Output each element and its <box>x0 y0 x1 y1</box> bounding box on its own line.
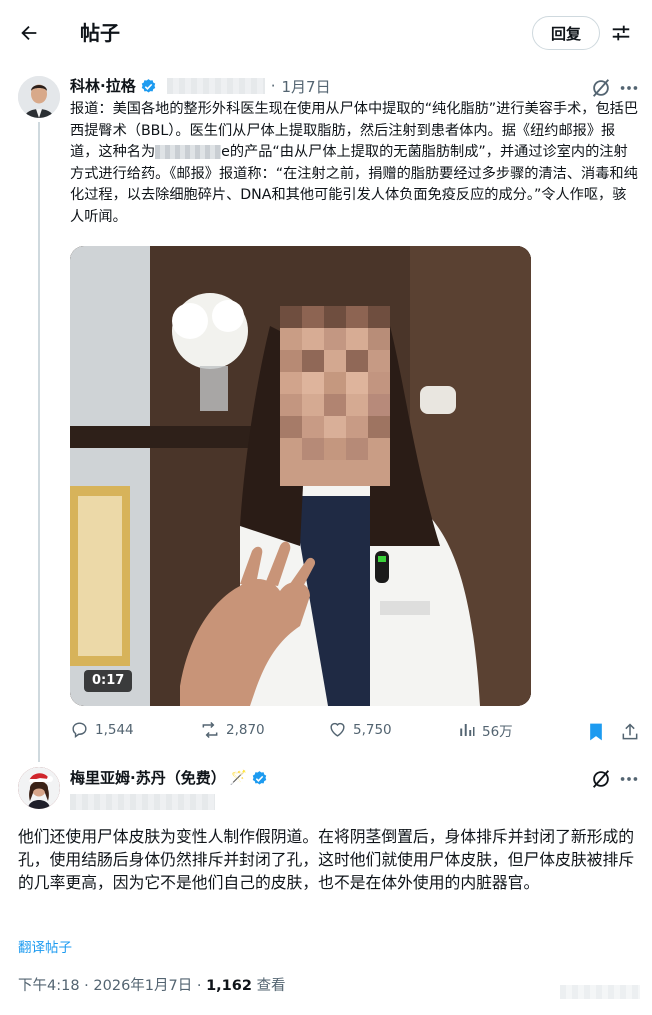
verified-icon <box>252 770 267 785</box>
reply-action[interactable]: 1,544 <box>70 720 134 739</box>
like-count: 5,750 <box>353 721 392 738</box>
wand-emoji: 🪄 <box>229 770 248 786</box>
reply-text: 他们还使用尸体皮肤为变性人制作假阴道。在将阴茎倒置后，身体排斥并封闭了新形成的孔… <box>18 827 635 892</box>
repost-action[interactable]: 2,870 <box>200 720 265 740</box>
post-date[interactable]: 1月7日 <box>281 76 330 97</box>
thread-line <box>38 122 40 762</box>
more-icon[interactable] <box>618 768 640 790</box>
views-total: 1,162 <box>206 978 252 994</box>
reply-avatar[interactable] <box>18 767 60 809</box>
avatar[interactable] <box>18 76 60 118</box>
top-bar: 帖子 回复 <box>0 0 652 66</box>
video-duration: 0:17 <box>84 670 133 692</box>
watermark <box>560 985 640 999</box>
like-icon <box>330 722 345 737</box>
translate-post-link[interactable]: 翻译帖子 <box>18 936 72 956</box>
like-action[interactable]: 5,750 <box>328 720 392 739</box>
share-icon[interactable] <box>620 721 640 743</box>
views-label: 查看 <box>256 978 286 994</box>
post-time[interactable]: 下午4:18 <box>18 978 80 994</box>
post-full-date[interactable]: 2026年1月7日 <box>93 978 192 994</box>
reply-button[interactable]: 回复 <box>532 16 600 50</box>
views-action[interactable]: 56万 <box>458 720 513 740</box>
separator-dot: · <box>270 77 276 95</box>
page-title: 帖子 <box>80 21 120 45</box>
grok-icon[interactable] <box>590 77 612 99</box>
reply-author-name[interactable]: 梅里亚姆·苏丹（免费） <box>70 767 226 789</box>
reply-author-row: 梅里亚姆·苏丹（免费） 🪄 <box>70 767 268 789</box>
post-author-row: 科林·拉格 · 1月7日 <box>70 75 331 97</box>
post-text: 报道：美国各地的整形外科医生现在使用从尸体中提取的“纯化脂肪”进行美容手术，包括… <box>70 99 640 229</box>
repost-count: 2,870 <box>226 722 265 738</box>
video-frame <box>70 246 531 706</box>
grok-icon[interactable] <box>590 768 612 790</box>
views-icon <box>460 724 475 736</box>
post-meta: 下午4:18 · 2026年1月7日 · 1,162 查看 <box>18 978 286 994</box>
bookmark-icon[interactable] <box>586 721 606 743</box>
reply-handle-redacted <box>70 794 215 810</box>
reply-icon <box>72 722 87 739</box>
handle-redacted <box>166 78 265 94</box>
verified-icon <box>141 78 155 93</box>
repost-icon <box>202 721 218 739</box>
product-name-redacted <box>155 145 222 160</box>
author-name[interactable]: 科林·拉格 <box>70 75 136 97</box>
adjust-icon[interactable] <box>606 18 636 48</box>
action-bar: 1,544 2,870 5,750 56万 <box>70 720 640 744</box>
more-icon[interactable] <box>618 77 640 99</box>
reply-count: 1,544 <box>95 721 134 738</box>
views-count: 56万 <box>482 724 513 740</box>
back-arrow-icon[interactable] <box>14 18 44 48</box>
video-player[interactable]: 0:17 <box>70 246 531 706</box>
